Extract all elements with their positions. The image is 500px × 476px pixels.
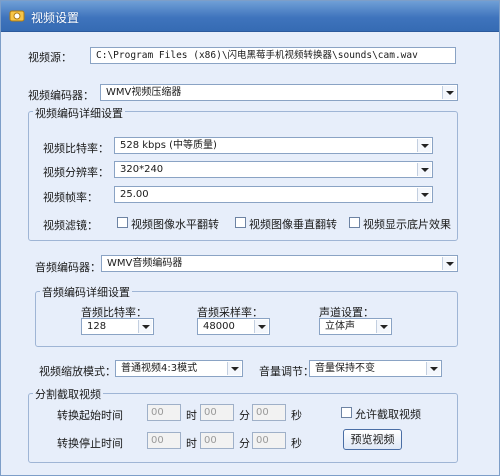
chevron-down-icon[interactable] bbox=[442, 86, 456, 99]
audio-samplerate-select[interactable]: 48000 bbox=[197, 318, 270, 335]
chevron-down-icon[interactable] bbox=[254, 320, 268, 333]
allow-clip-checkbox[interactable] bbox=[341, 407, 352, 418]
start-hour-field[interactable]: 00 bbox=[147, 404, 181, 421]
start-minute-field[interactable]: 00 bbox=[200, 404, 234, 421]
chevron-down-icon[interactable] bbox=[417, 139, 431, 152]
stop-hour-field[interactable]: 00 bbox=[147, 432, 181, 449]
volume-select[interactable]: 音量保持不变 bbox=[309, 360, 442, 377]
audio-bitrate-value: 128 bbox=[87, 321, 107, 332]
video-bitrate-value: 528 kbps (中等质量) bbox=[120, 140, 217, 151]
app-icon bbox=[9, 8, 25, 24]
video-resolution-select[interactable]: 320*240 bbox=[114, 161, 433, 178]
filter-hflip-checkbox[interactable] bbox=[117, 217, 128, 228]
start-minute-unit: 分 bbox=[239, 409, 250, 422]
chevron-down-icon[interactable] bbox=[227, 362, 241, 375]
stop-minute-unit: 分 bbox=[239, 437, 250, 450]
allow-clip-label: 允许截取视频 bbox=[355, 408, 421, 421]
video-source-label: 视频源： bbox=[28, 51, 72, 64]
video-resolution-value: 320*240 bbox=[120, 164, 164, 175]
title-bar: 视频设置 bbox=[1, 1, 499, 32]
video-encoder-value: WMV视频压缩器 bbox=[106, 87, 182, 98]
filter-negative-label: 视频显示底片效果 bbox=[363, 218, 451, 231]
video-framerate-label: 视频帧率： bbox=[43, 191, 98, 204]
preview-video-button[interactable]: 预览视频 bbox=[343, 429, 402, 450]
video-filter-label: 视频滤镜： bbox=[43, 219, 98, 232]
audio-bitrate-select[interactable]: 128 bbox=[81, 318, 154, 335]
video-bitrate-select[interactable]: 528 kbps (中等质量) bbox=[114, 137, 433, 154]
audio-encoder-label: 音频编码器： bbox=[35, 261, 101, 274]
video-resolution-label: 视频分辨率： bbox=[43, 166, 109, 179]
audio-channels-value: 立体声 bbox=[325, 321, 355, 332]
chevron-down-icon[interactable] bbox=[426, 362, 440, 375]
chevron-down-icon[interactable] bbox=[417, 163, 431, 176]
chevron-down-icon[interactable] bbox=[138, 320, 152, 333]
volume-value: 音量保持不变 bbox=[315, 363, 375, 374]
stop-second-field[interactable]: 00 bbox=[252, 432, 286, 449]
start-hour-unit: 时 bbox=[186, 409, 197, 422]
split-group-title: 分割截取视频 bbox=[33, 386, 103, 402]
start-second-field[interactable]: 00 bbox=[252, 404, 286, 421]
video-bitrate-label: 视频比特率： bbox=[43, 142, 109, 155]
audio-encoder-select[interactable]: WMV音频编码器 bbox=[101, 255, 458, 272]
video-source-path-field[interactable]: C:\Program Files (x86)\闪电黑莓手机视频转换器\sound… bbox=[90, 47, 456, 64]
video-settings-window: 视频设置 视频源： C:\Program Files (x86)\闪电黑莓手机视… bbox=[0, 0, 500, 476]
video-framerate-value: 25.00 bbox=[120, 189, 149, 200]
audio-encoder-value: WMV音频编码器 bbox=[107, 258, 183, 269]
volume-label: 音量调节： bbox=[259, 365, 314, 378]
stop-second-unit: 秒 bbox=[291, 437, 302, 450]
stop-minute-field[interactable]: 00 bbox=[200, 432, 234, 449]
video-encoder-select[interactable]: WMV视频压缩器 bbox=[100, 84, 458, 101]
scale-mode-value: 普通视频4:3模式 bbox=[121, 363, 198, 374]
filter-hflip-label: 视频图像水平翻转 bbox=[131, 218, 219, 231]
audio-channels-select[interactable]: 立体声 bbox=[319, 318, 392, 335]
window-title: 视频设置 bbox=[31, 11, 80, 25]
start-second-unit: 秒 bbox=[291, 409, 302, 422]
start-time-label: 转换起始时间 bbox=[57, 409, 123, 422]
audio-detail-group-title: 音频编码详细设置 bbox=[40, 284, 132, 300]
audio-samplerate-value: 48000 bbox=[203, 321, 235, 332]
filter-vflip-label: 视频图像垂直翻转 bbox=[249, 218, 337, 231]
split-group bbox=[28, 393, 458, 463]
chevron-down-icon[interactable] bbox=[376, 320, 390, 333]
video-detail-group-title: 视频编码详细设置 bbox=[33, 105, 125, 121]
chevron-down-icon[interactable] bbox=[417, 188, 431, 201]
scale-mode-select[interactable]: 普通视频4:3模式 bbox=[115, 360, 243, 377]
scale-mode-label: 视频缩放模式： bbox=[39, 365, 116, 378]
filter-negative-checkbox[interactable] bbox=[349, 217, 360, 228]
chevron-down-icon[interactable] bbox=[442, 257, 456, 270]
stop-time-label: 转换停止时间 bbox=[57, 437, 123, 450]
video-encoder-label: 视频编码器： bbox=[28, 89, 94, 102]
filter-vflip-checkbox[interactable] bbox=[235, 217, 246, 228]
video-framerate-select[interactable]: 25.00 bbox=[114, 186, 433, 203]
stop-hour-unit: 时 bbox=[186, 437, 197, 450]
